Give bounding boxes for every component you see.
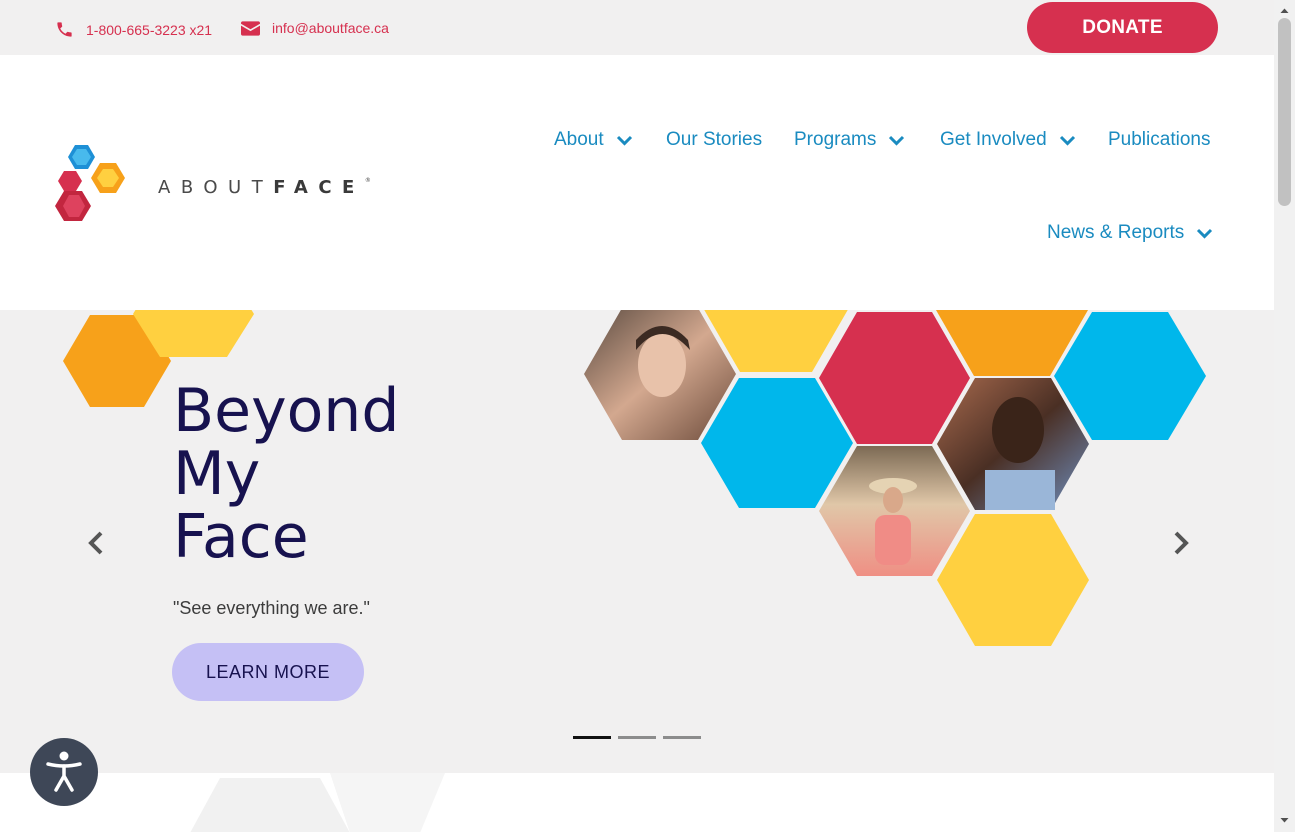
- hero-title: Beyond My Face: [173, 380, 399, 569]
- hero-hexagon-collage: [584, 310, 1206, 646]
- envelope-icon: [241, 20, 260, 36]
- scroll-down-icon[interactable]: [1279, 815, 1290, 825]
- nav-programs[interactable]: Programs: [794, 129, 905, 151]
- carousel-prev-icon[interactable]: [82, 528, 112, 558]
- learn-more-button[interactable]: LEARN MORE: [172, 643, 364, 701]
- logo-text-light: ABOUT: [158, 177, 274, 198]
- nav-our-stories[interactable]: Our Stories: [666, 129, 762, 151]
- next-section: [0, 773, 1274, 832]
- decorative-hexagons-bottom: [190, 773, 445, 832]
- nav-news-reports[interactable]: News & Reports: [1047, 222, 1213, 244]
- accessibility-button[interactable]: [30, 738, 98, 806]
- nav-news-reports-label: News & Reports: [1047, 222, 1185, 243]
- chevron-down-icon: [1197, 228, 1213, 239]
- donate-button[interactable]: DONATE: [1027, 2, 1218, 53]
- logo-wordmark[interactable]: ABOUTFACE®: [158, 177, 371, 198]
- nav-our-stories-label: Our Stories: [666, 129, 763, 150]
- scrollbar-thumb[interactable]: [1278, 18, 1291, 206]
- top-bar: 1-800-665-3223 x21 info@aboutface.ca DON…: [0, 0, 1274, 55]
- page-scrollbar[interactable]: [1274, 0, 1295, 832]
- nav-publications-label: Publications: [1108, 129, 1211, 150]
- accessibility-icon: [46, 751, 82, 792]
- phone-icon: [57, 22, 72, 37]
- chevron-down-icon: [616, 135, 632, 146]
- site-header: ABOUTFACE® About Our Stories Programs Ge…: [0, 55, 1274, 310]
- scroll-up-icon[interactable]: [1279, 6, 1290, 16]
- hero-title-line-2: My: [173, 439, 261, 509]
- logo-reg-mark: ®: [364, 177, 371, 184]
- chevron-down-icon: [889, 135, 905, 146]
- carousel-dot-2[interactable]: [618, 736, 656, 739]
- chevron-down-icon: [1059, 135, 1075, 146]
- nav-about-label: About: [554, 129, 604, 150]
- nav-about[interactable]: About: [554, 129, 633, 151]
- carousel-dot-1[interactable]: [573, 736, 611, 739]
- email-address: info@aboutface.ca: [272, 20, 389, 36]
- nav-get-involved-label: Get Involved: [940, 129, 1047, 150]
- nav-get-involved[interactable]: Get Involved: [940, 129, 1076, 151]
- nav-programs-label: Programs: [794, 129, 877, 150]
- email-link[interactable]: info@aboutface.ca: [241, 20, 389, 36]
- carousel-indicators: [573, 736, 701, 739]
- carousel-dot-3[interactable]: [663, 736, 701, 739]
- carousel-next-icon[interactable]: [1165, 528, 1195, 558]
- hero-title-line-1: Beyond: [173, 376, 400, 446]
- phone-link[interactable]: 1-800-665-3223 x21: [55, 20, 212, 39]
- hero-title-line-3: Face: [173, 502, 309, 572]
- logo-text-bold: FACE: [273, 177, 365, 198]
- nav-publications[interactable]: Publications: [1108, 129, 1210, 151]
- hero-quote: "See everything we are.": [173, 598, 370, 618]
- phone-number: 1-800-665-3223 x21: [86, 21, 213, 38]
- hero-carousel: Beyond My Face "See everything we are." …: [0, 310, 1274, 773]
